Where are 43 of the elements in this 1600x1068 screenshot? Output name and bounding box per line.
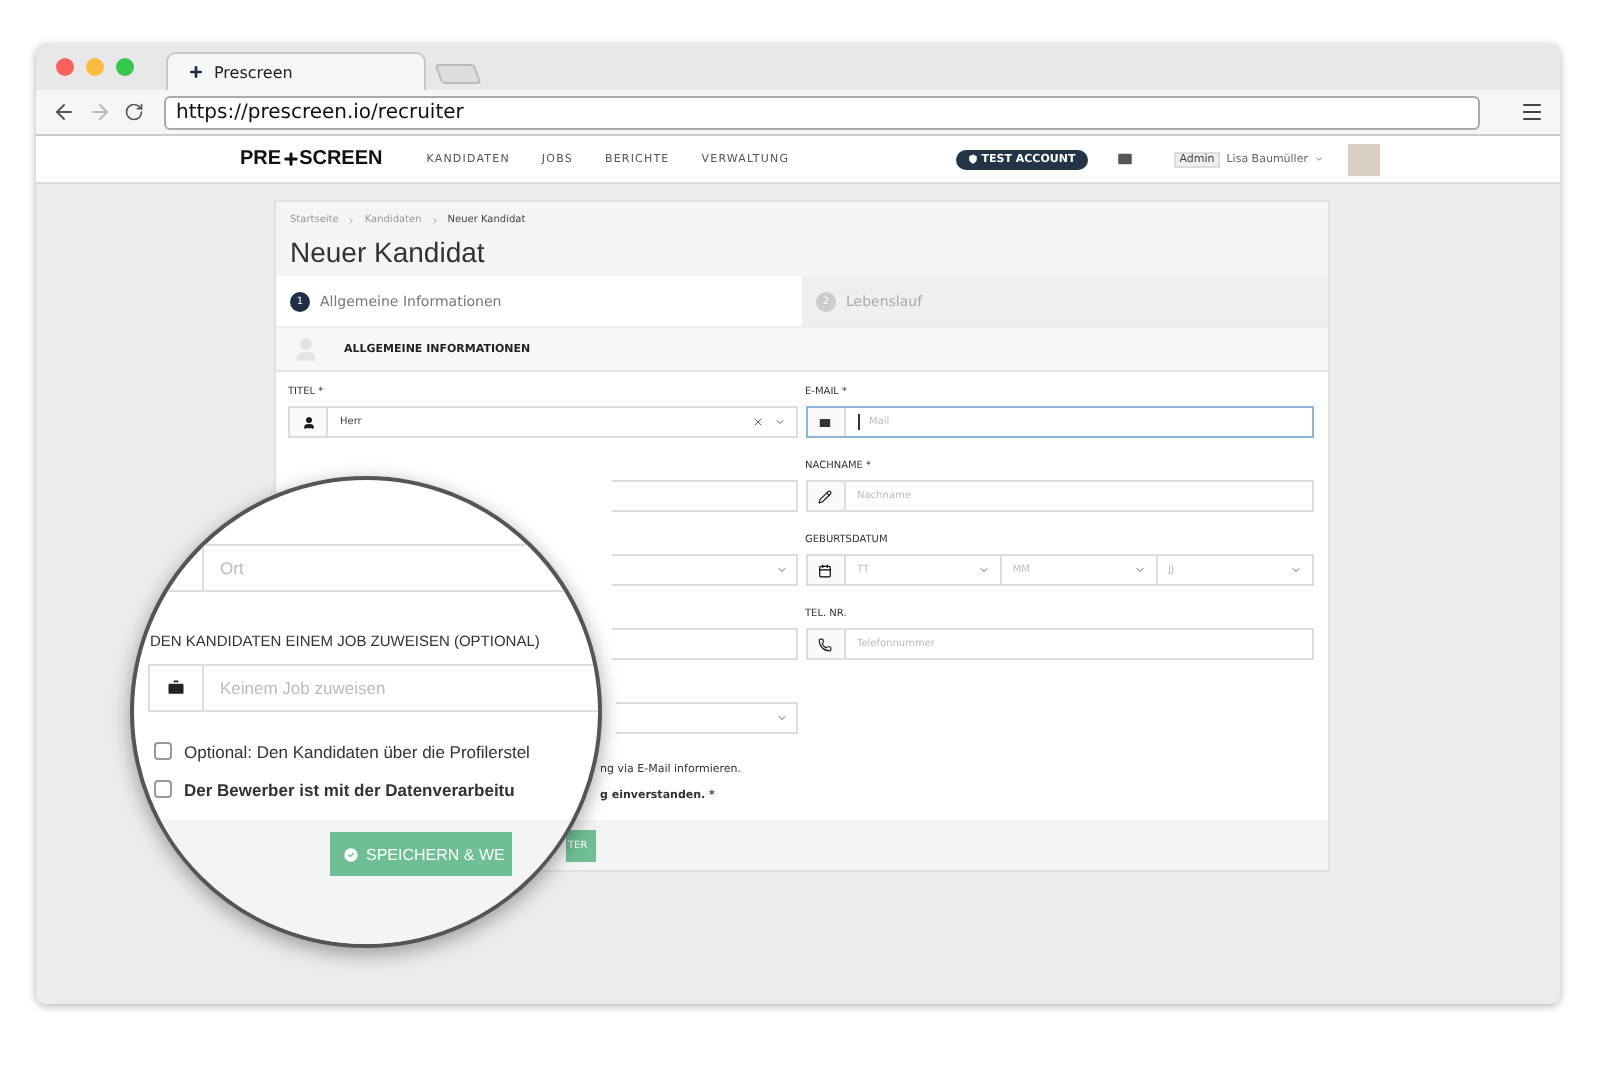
input-field[interactable] [612,480,797,512]
reload-icon[interactable] [124,102,144,122]
select-field[interactable] [612,554,797,586]
person-icon [301,415,315,429]
input-field[interactable] [612,628,797,660]
new-tab-button[interactable] [434,64,482,84]
back-icon[interactable] [52,100,76,124]
caret-icon [775,712,787,724]
logo: PRE SCREEN [240,148,383,170]
caret-icon [1134,564,1147,576]
caret-icon [978,564,991,576]
close-icon[interactable] [56,58,74,76]
shield-icon [967,154,978,164]
caret-icon [1289,564,1302,576]
clear-icon[interactable] [751,416,763,428]
caret-icon [1314,154,1324,164]
checkbox[interactable] [154,780,172,798]
address-field[interactable]: https://prescreen.io/recruiter [164,95,1480,129]
briefcase-icon [166,678,186,698]
select-field[interactable] [616,702,797,734]
checkbox-label: Der Bewerber ist mit der Datenverarbeitu [184,779,515,799]
menu-icon[interactable] [1520,100,1544,124]
job-field[interactable]: Keinem Job zuweisen [148,664,598,712]
cross-icon [188,64,204,80]
caret-icon [775,564,787,576]
chevron-icon [346,215,357,225]
minimize-icon[interactable] [86,58,104,76]
checkbox[interactable] [154,742,172,760]
check-icon [342,845,360,863]
avatar-placeholder [1348,143,1380,175]
chevron-icon [429,215,440,225]
browser-tab[interactable]: Prescreen [166,52,426,90]
cross-icon [281,150,300,168]
page-title: Neuer Kandidat [290,236,487,268]
text-cursor [857,414,859,430]
calendar-icon [818,563,832,577]
save-button[interactable]: SPEICHERN & WE [330,832,513,876]
maximize-icon[interactable] [116,58,134,76]
checkbox-label: Optional: Den Kandidaten über die Profilerstel [184,741,530,761]
phone-icon [818,637,832,651]
pencil-icon [818,489,832,503]
forward-icon[interactable] [88,100,112,124]
caret-icon [773,416,785,428]
